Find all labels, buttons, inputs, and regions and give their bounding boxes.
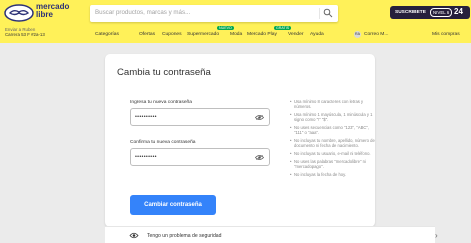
nav-item-moda[interactable]: Moda (230, 32, 242, 37)
promo-number: 24 (454, 7, 463, 16)
mercadolibre-logo-icon[interactable] (4, 4, 34, 22)
new-tag: NUEVO (217, 26, 234, 30)
logo-text: mercado libre (36, 3, 69, 19)
rule-item: Usa mínimo 8 caracteres con letras y núm… (290, 99, 378, 109)
rule-item: No incluyas la fecha de hoy. (290, 172, 378, 177)
new-password-label: Ingresa tu nueva contraseña (130, 100, 192, 105)
password-rules: Usa mínimo 8 caracteres con letras y núm… (290, 99, 378, 180)
rule-item: No uses secuencias como "123", "ABC", "1… (290, 125, 378, 135)
level-badge: NIVEL 6 (430, 8, 453, 17)
confirm-password-label: Confirma tu nueva contraseña (130, 140, 196, 145)
shipping-location[interactable]: Enviar a Ruben Carrera 53 F #2a-13 (5, 27, 45, 37)
header: mercado libre Buscar productos, marcas y… (0, 0, 471, 43)
nav-item-cupones[interactable]: Cupones (162, 32, 182, 37)
confirm-password-field[interactable]: •••••••••• (130, 148, 270, 166)
security-problem-link[interactable]: Tengo un problema de seguridad (147, 233, 221, 239)
nav-item-ayuda[interactable]: Ayuda (310, 32, 324, 37)
rule-item: No uses las palabras "mercadolibre" ni "… (290, 159, 378, 169)
rule-item: Usa mínimo 1 mayúscula, 1 minúscula y 1 … (290, 112, 378, 122)
avatar[interactable]: RA (354, 31, 361, 38)
security-problem-row[interactable]: Tengo un problema de seguridad › (105, 226, 438, 243)
show-password-icon[interactable] (255, 114, 264, 121)
location-address: Carrera 53 F #2a-13 (5, 32, 45, 37)
nav-item-mercado-play[interactable]: Mercado Play (247, 32, 277, 37)
rule-item: No incluyas tu nombre, apellido, número … (290, 138, 378, 148)
page-title: Cambia tu contraseña (117, 67, 211, 78)
new-password-value: •••••••••• (135, 114, 157, 120)
nav-item-ofertas[interactable]: Ofertas (139, 32, 155, 37)
nav-item-categorias[interactable]: Categorías (95, 32, 119, 37)
change-password-button[interactable]: Cambiar contraseña (130, 195, 216, 215)
confirm-password-value: •••••••••• (135, 154, 157, 160)
show-password-icon[interactable] (255, 154, 264, 161)
nav-item-supermercado[interactable]: Supermercado (187, 32, 219, 37)
search-icon[interactable] (323, 8, 333, 18)
nav-item-vender[interactable]: Vender (288, 32, 304, 37)
free-tag: GRATIS (274, 26, 292, 30)
logo-text-line2: libre (36, 10, 53, 19)
purchases-link[interactable]: Mis compras (432, 32, 460, 37)
subscription-banner[interactable]: SUSCRIBETE NIVEL 6 24 (390, 6, 470, 19)
search-input[interactable]: Buscar productos, marcas y más... (90, 5, 338, 22)
promo-text: SUSCRIBETE (395, 10, 426, 15)
search-separator (319, 8, 320, 19)
new-password-field[interactable]: •••••••••• (130, 108, 270, 126)
chevron-right-icon: › (435, 231, 438, 240)
help-icon (129, 232, 139, 239)
rule-item: No incluyas tu usuario, e-mail ni teléfo… (290, 151, 378, 156)
search-placeholder: Buscar productos, marcas y más... (95, 9, 191, 16)
account-menu[interactable]: Correo M... (364, 32, 388, 37)
